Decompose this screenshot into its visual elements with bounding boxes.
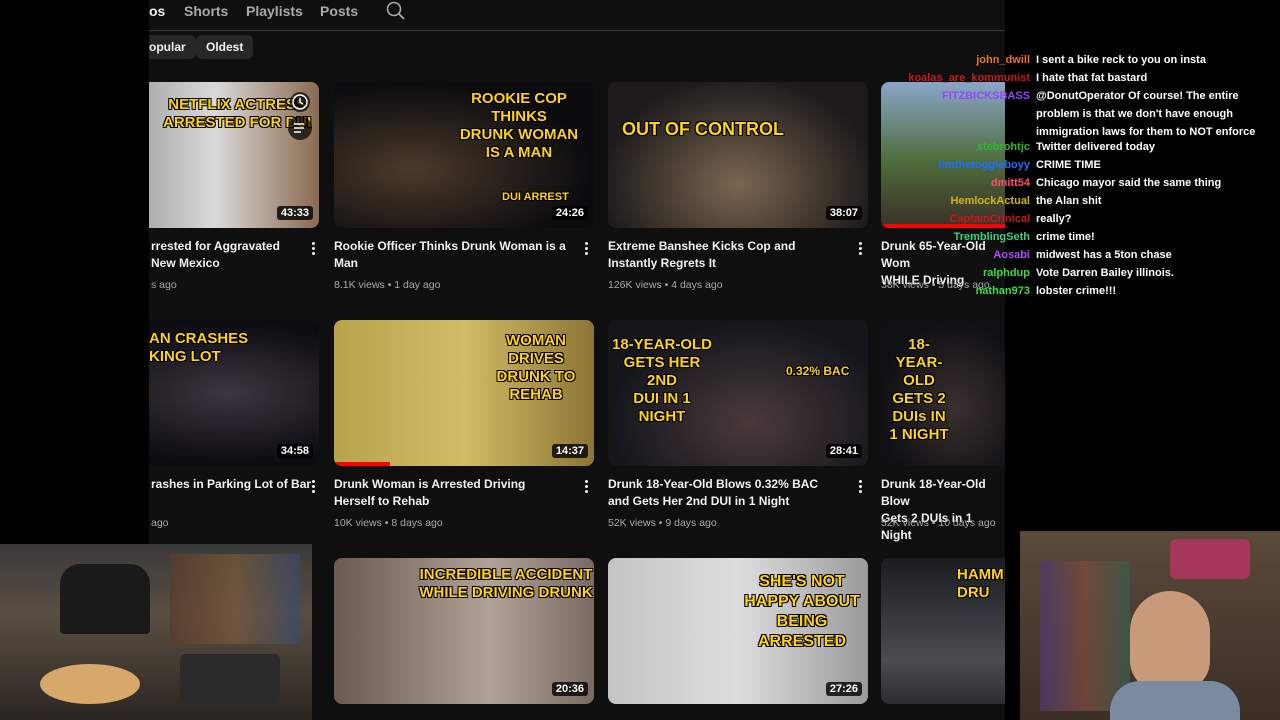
streamer-face [1130, 591, 1210, 691]
video-duration: 27:26 [825, 682, 862, 696]
chat-text: crime time! [1036, 231, 1095, 243]
chat-text: the Alan shit [1036, 195, 1102, 207]
office-chair [60, 564, 150, 634]
chat-username[interactable]: nathan973 [976, 282, 1030, 300]
chat-username[interactable]: TremblingSeth [954, 228, 1030, 246]
video-title[interactable]: Drunk 18-Year-Old Blows 0.32% BAC and Ge… [608, 476, 840, 510]
video-duration: 28:41 [825, 444, 862, 458]
chat-username[interactable]: dmitt54 [991, 174, 1030, 192]
tab-videos[interactable]: os [149, 3, 165, 19]
video-menu-button[interactable] [303, 242, 323, 258]
thumbnail-text: AN CRASHES KING LOT [149, 330, 249, 365]
video-thumbnail[interactable]: 18-YEAR-OLD GETS 2 DUIs IN 1 NIGHT [881, 320, 1005, 466]
thumbnail-text: WOMAN DRIVES DRUNK TO REHAB [496, 332, 576, 403]
chat-text: really? [1036, 213, 1072, 225]
video-duration: 20:36 [551, 682, 588, 696]
watch-later-icon[interactable] [288, 90, 312, 114]
video-meta: 52K views • 9 days ago [608, 517, 717, 529]
chat-username[interactable]: timthetoggleboyy [938, 156, 1030, 174]
chip-oldest[interactable]: Oldest [196, 35, 254, 59]
stream-chat: john_dwill I sent a bike reck to you on i… [908, 0, 1280, 530]
thumbnail-subtext: DUI ARREST [502, 191, 569, 203]
video-menu-button[interactable] [850, 480, 870, 496]
video-title[interactable]: Drunk 18-Year-Old Blow Gets 2 DUIs in 1 … [881, 476, 1005, 544]
tab-shorts[interactable]: Shorts [184, 3, 228, 19]
chat-username[interactable]: john_dwill [976, 51, 1030, 69]
thumbnail-text: 18-YEAR-OLD GETS HER 2ND DUI IN 1 NIGHT [612, 336, 713, 425]
video-thumbnail[interactable]: OUT OF CONTROL 38:07 [608, 82, 868, 228]
thumbnail-text: ROOKIE COP THINKS DRUNK WOMAN IS A MAN [459, 90, 579, 161]
thumbnail-text: 18-YEAR-OLD GETS 2 DUIs IN 1 NIGHT [889, 336, 949, 443]
neon-sign [1170, 539, 1250, 579]
video-thumbnail[interactable]: AN CRASHES KING LOT 34:58 [149, 320, 319, 466]
video-duration: 14:37 [551, 444, 588, 458]
streamer-shirt [1110, 681, 1240, 720]
video-meta: 126K views • 4 days ago [608, 279, 723, 291]
bookshelf [1040, 561, 1130, 711]
video-meta: 52K views • 10 days ago [881, 517, 996, 529]
webcam-room-feed [0, 544, 312, 720]
video-title[interactable]: Drunk Woman is Arrested Driving Herself … [334, 476, 566, 510]
chat-text: lobster crime!!! [1036, 285, 1117, 297]
thumbnail-text: HAMM DRU [957, 566, 1004, 601]
video-meta: s ago [151, 279, 177, 291]
chat-text: I sent a bike reck to you on insta [1036, 54, 1206, 66]
chat-text: Vote Darren Bailey illinois. [1036, 267, 1174, 279]
video-meta: 8.1K views • 1 day ago [334, 279, 441, 291]
video-thumbnail[interactable]: HAMM DRU [881, 558, 1005, 704]
bookshelf [170, 554, 300, 644]
video-thumbnail[interactable]: SHE'S NOT HAPPY ABOUT BEING ARRESTED 27:… [608, 558, 868, 704]
thumbnail-text: SHE'S NOT HAPPY ABOUT BEING ARRESTED [744, 573, 860, 650]
video-duration: 24:26 [551, 206, 588, 220]
video-duration: 38:07 [825, 206, 862, 220]
chat-text: I hate that fat bastard [1036, 72, 1148, 84]
video-thumbnail[interactable]: ROOKIE COP THINKS DRUNK WOMAN IS A MAN D… [334, 82, 594, 228]
chat-text: Chicago mayor said the same thing [1036, 177, 1222, 189]
chat-text: Twitter delivered today [1036, 141, 1155, 153]
chat-text: CRIME TIME [1036, 159, 1101, 171]
chat-username[interactable]: HemlockActual [951, 192, 1030, 210]
search-icon[interactable] [386, 1, 406, 21]
chat-text: midwest has a 5ton chase [1036, 249, 1172, 261]
thumbnail-text: OUT OF CONTROL [622, 119, 784, 139]
chat-username[interactable]: FITZBICKSBASS [942, 87, 1030, 105]
video-menu-button[interactable] [576, 242, 596, 258]
video-title[interactable]: Rookie Officer Thinks Drunk Woman is a M… [334, 238, 566, 272]
chat-username[interactable]: CaptainCrinical [949, 210, 1030, 228]
video-thumbnail[interactable]: 18-YEAR-OLD GETS HER 2ND DUI IN 1 NIGHT … [608, 320, 868, 466]
video-thumbnail[interactable]: WOMAN DRIVES DRUNK TO REHAB 14:37 [334, 320, 594, 466]
chat-username[interactable]: koalas_are_kommunist [908, 69, 1030, 87]
chat-username[interactable]: stebrohtjc [977, 138, 1030, 156]
video-meta: ago [151, 517, 169, 529]
video-meta: 10K views • 8 days ago [334, 517, 443, 529]
chat-text: @DonutOperator Of course! The entire pro… [1036, 90, 1256, 138]
thumbnail-text: INCREDIBLE ACCIDENT WHILE DRIVING DRUNK [419, 566, 593, 601]
video-thumbnail[interactable]: NETFLIX ACTRESS ARRESTED FOR DUI 43:33 [149, 82, 319, 228]
video-menu-button[interactable] [576, 480, 596, 496]
video-duration: 43:33 [276, 206, 313, 220]
video-menu-button[interactable] [303, 480, 323, 496]
watch-progress-bar [334, 462, 390, 466]
video-menu-button[interactable] [850, 242, 870, 258]
video-meta: 38K views • 5 days ago [881, 279, 990, 291]
chip-popular[interactable]: opular [149, 35, 196, 59]
video-title[interactable]: Extreme Banshee Kicks Cop and Instantly … [608, 238, 840, 272]
thumbnail-subtext: 0.32% BAC [786, 364, 850, 378]
tab-posts[interactable]: Posts [320, 3, 358, 19]
tab-playlists[interactable]: Playlists [246, 3, 303, 19]
chat-username[interactable]: Aosabi [993, 246, 1030, 264]
webcam-streamer-feed [1020, 531, 1280, 720]
chat-username[interactable]: ralphdup [983, 264, 1030, 282]
video-thumbnail[interactable]: INCREDIBLE ACCIDENT WHILE DRIVING DRUNK … [334, 558, 594, 704]
cat [40, 664, 140, 704]
channel-tabs: os Shorts Playlists Posts [149, 0, 1005, 31]
robot-tank [180, 654, 280, 704]
add-to-queue-icon[interactable] [288, 116, 312, 140]
video-duration: 34:58 [276, 444, 313, 458]
